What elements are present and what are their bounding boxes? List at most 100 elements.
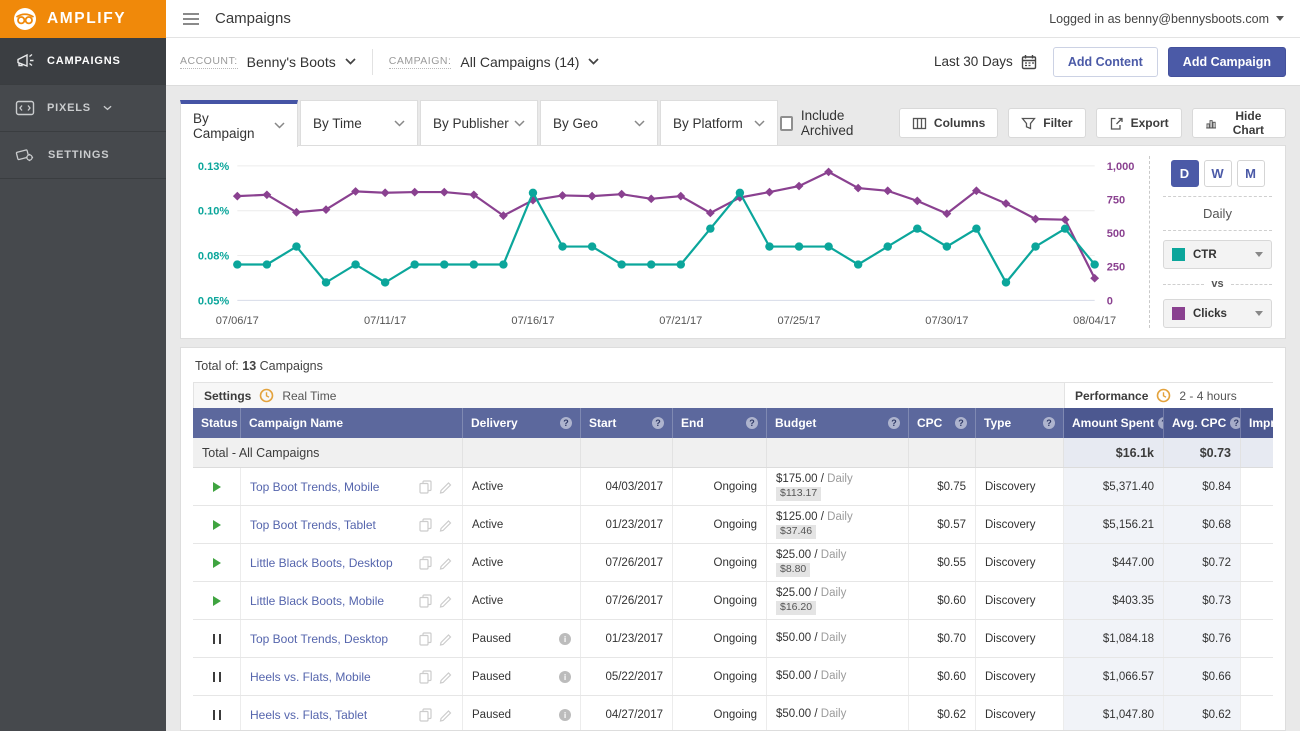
campaign-name-link[interactable]: Heels vs. Flats, Tablet <box>250 708 367 722</box>
status-cell[interactable] <box>193 506 241 543</box>
impressions-cell <box>1241 468 1273 505</box>
duplicate-icon[interactable] <box>419 670 432 684</box>
help-icon[interactable]: ? <box>1043 417 1055 429</box>
column-header-avg-cpc[interactable]: Avg. CPC ? <box>1164 408 1241 438</box>
column-header-end[interactable]: End ? <box>673 408 767 438</box>
delivery-cell: Active <box>463 544 581 581</box>
tab-by-campaign[interactable]: By Campaign <box>180 100 298 147</box>
sidebar-item-campaigns[interactable]: CAMPAIGNS <box>0 38 166 85</box>
info-icon[interactable]: i <box>559 633 571 645</box>
campaign-name-link[interactable]: Little Black Boots, Desktop <box>250 556 393 570</box>
edit-pencil-icon[interactable] <box>439 670 453 684</box>
amount-spent-cell: $1,047.80 <box>1064 696 1164 731</box>
column-header-start[interactable]: Start ? <box>581 408 673 438</box>
status-cell[interactable] <box>193 544 241 581</box>
edit-pencil-icon[interactable] <box>439 518 453 532</box>
campaign-name-link[interactable]: Little Black Boots, Mobile <box>250 594 384 608</box>
column-header-status[interactable]: Status <box>193 408 241 438</box>
duplicate-icon[interactable] <box>419 632 432 646</box>
info-icon[interactable]: i <box>559 709 571 721</box>
column-header-amount-spent[interactable]: Amount Spent ? <box>1064 408 1164 438</box>
help-icon[interactable]: ? <box>560 417 572 429</box>
column-header-campaign-name[interactable]: Campaign Name <box>241 408 463 438</box>
columns-button[interactable]: Columns <box>899 108 998 138</box>
campaign-selector[interactable]: CAMPAIGN: All Campaigns (14) <box>389 54 600 70</box>
duplicate-icon[interactable] <box>419 594 432 608</box>
help-icon[interactable]: ? <box>652 417 664 429</box>
status-cell[interactable] <box>193 620 241 657</box>
end-date-cell: Ongoing <box>673 506 767 543</box>
info-icon[interactable]: i <box>559 671 571 683</box>
granularity-d-button[interactable]: D <box>1171 160 1199 187</box>
tab-by-time[interactable]: By Time <box>300 100 418 146</box>
help-icon[interactable]: ? <box>955 417 967 429</box>
tab-label: By Platform <box>673 116 743 131</box>
amount-spent-cell: $447.00 <box>1064 544 1164 581</box>
main-area: Campaigns Logged in as benny@bennysboots… <box>166 0 1300 731</box>
column-header-impr[interactable]: Impr <box>1241 408 1273 438</box>
budget-spent-badge: $8.80 <box>776 563 810 577</box>
secondary-metric-select[interactable]: Clicks <box>1163 299 1272 328</box>
filter-button[interactable]: Filter <box>1008 108 1085 138</box>
primary-metric-select[interactable]: CTR <box>1163 240 1272 269</box>
status-cell[interactable] <box>193 658 241 695</box>
impressions-cell <box>1241 620 1273 657</box>
sidebar-item-settings[interactable]: SETTINGS <box>0 132 166 179</box>
table-row: Little Black Boots, Desktop Active 07/26… <box>193 544 1273 582</box>
sidebar-item-label: CAMPAIGNS <box>47 55 121 67</box>
help-icon[interactable]: ? <box>888 417 900 429</box>
megaphone-icon <box>15 51 35 71</box>
campaign-name-link[interactable]: Top Boot Trends, Tablet <box>250 518 376 532</box>
cpc-cell: $0.70 <box>909 620 976 657</box>
duplicate-icon[interactable] <box>419 708 432 722</box>
add-campaign-button[interactable]: Add Campaign <box>1168 47 1286 77</box>
status-cell[interactable] <box>193 468 241 505</box>
pause-icon <box>213 672 221 682</box>
granularity-w-button[interactable]: W <box>1204 160 1232 187</box>
app-root: AMPLIFY CAMPAIGNS PIXELS <box>0 0 1300 731</box>
sidebar-item-pixels[interactable]: PIXELS <box>0 85 166 132</box>
export-button[interactable]: Export <box>1096 108 1182 138</box>
duplicate-icon[interactable] <box>419 480 432 494</box>
edit-pencil-icon[interactable] <box>439 556 453 570</box>
duplicate-icon[interactable] <box>419 556 432 570</box>
status-cell[interactable] <box>193 582 241 619</box>
include-archived-checkbox[interactable] <box>780 116 793 131</box>
tab-by-publisher[interactable]: By Publisher <box>420 100 538 146</box>
table-scroll-container[interactable]: Settings Real Time Performance <box>193 382 1273 731</box>
edit-pencil-icon[interactable] <box>439 480 453 494</box>
edit-pencil-icon[interactable] <box>439 708 453 722</box>
duplicate-icon[interactable] <box>419 518 432 532</box>
help-icon[interactable]: ? <box>746 417 758 429</box>
campaign-label: CAMPAIGN: <box>389 55 452 69</box>
code-icon <box>15 98 35 118</box>
delivery-status: Paused <box>472 633 511 645</box>
edit-pencil-icon[interactable] <box>439 632 453 646</box>
campaign-name-cell: Little Black Boots, Desktop <box>241 544 463 581</box>
column-header-cpc[interactable]: CPC ? <box>909 408 976 438</box>
user-menu[interactable]: Logged in as benny@bennysboots.com <box>1049 12 1284 26</box>
date-range-picker[interactable]: Last 30 Days <box>934 54 1037 70</box>
tabs: By Campaign By Time By Publisher By Geo … <box>180 100 780 146</box>
campaign-name-link[interactable]: Top Boot Trends, Mobile <box>250 480 379 494</box>
column-header-delivery[interactable]: Delivery ? <box>463 408 581 438</box>
cpc-cell: $0.55 <box>909 544 976 581</box>
account-selector[interactable]: ACCOUNT: Benny's Boots <box>180 54 356 70</box>
brand-logo[interactable]: AMPLIFY <box>0 0 166 38</box>
edit-pencil-icon[interactable] <box>439 594 453 608</box>
tab-by-geo[interactable]: By Geo <box>540 100 658 146</box>
column-header-type[interactable]: Type ? <box>976 408 1064 438</box>
help-icon[interactable]: ? <box>1230 417 1241 429</box>
add-content-button[interactable]: Add Content <box>1053 47 1158 77</box>
column-header-budget[interactable]: Budget ? <box>767 408 909 438</box>
tab-by-platform[interactable]: By Platform <box>660 100 778 146</box>
campaign-name-link[interactable]: Heels vs. Flats, Mobile <box>250 670 371 684</box>
granularity-m-button[interactable]: M <box>1237 160 1265 187</box>
status-cell[interactable] <box>193 696 241 731</box>
include-archived-toggle[interactable]: Include Archived <box>780 108 881 138</box>
sidebar: AMPLIFY CAMPAIGNS PIXELS <box>0 0 166 731</box>
budget-spent-badge: $37.46 <box>776 525 816 539</box>
hide-chart-button[interactable]: Hide Chart <box>1192 108 1286 138</box>
hamburger-menu-icon[interactable] <box>182 12 200 26</box>
campaign-name-link[interactable]: Top Boot Trends, Desktop <box>250 632 388 646</box>
